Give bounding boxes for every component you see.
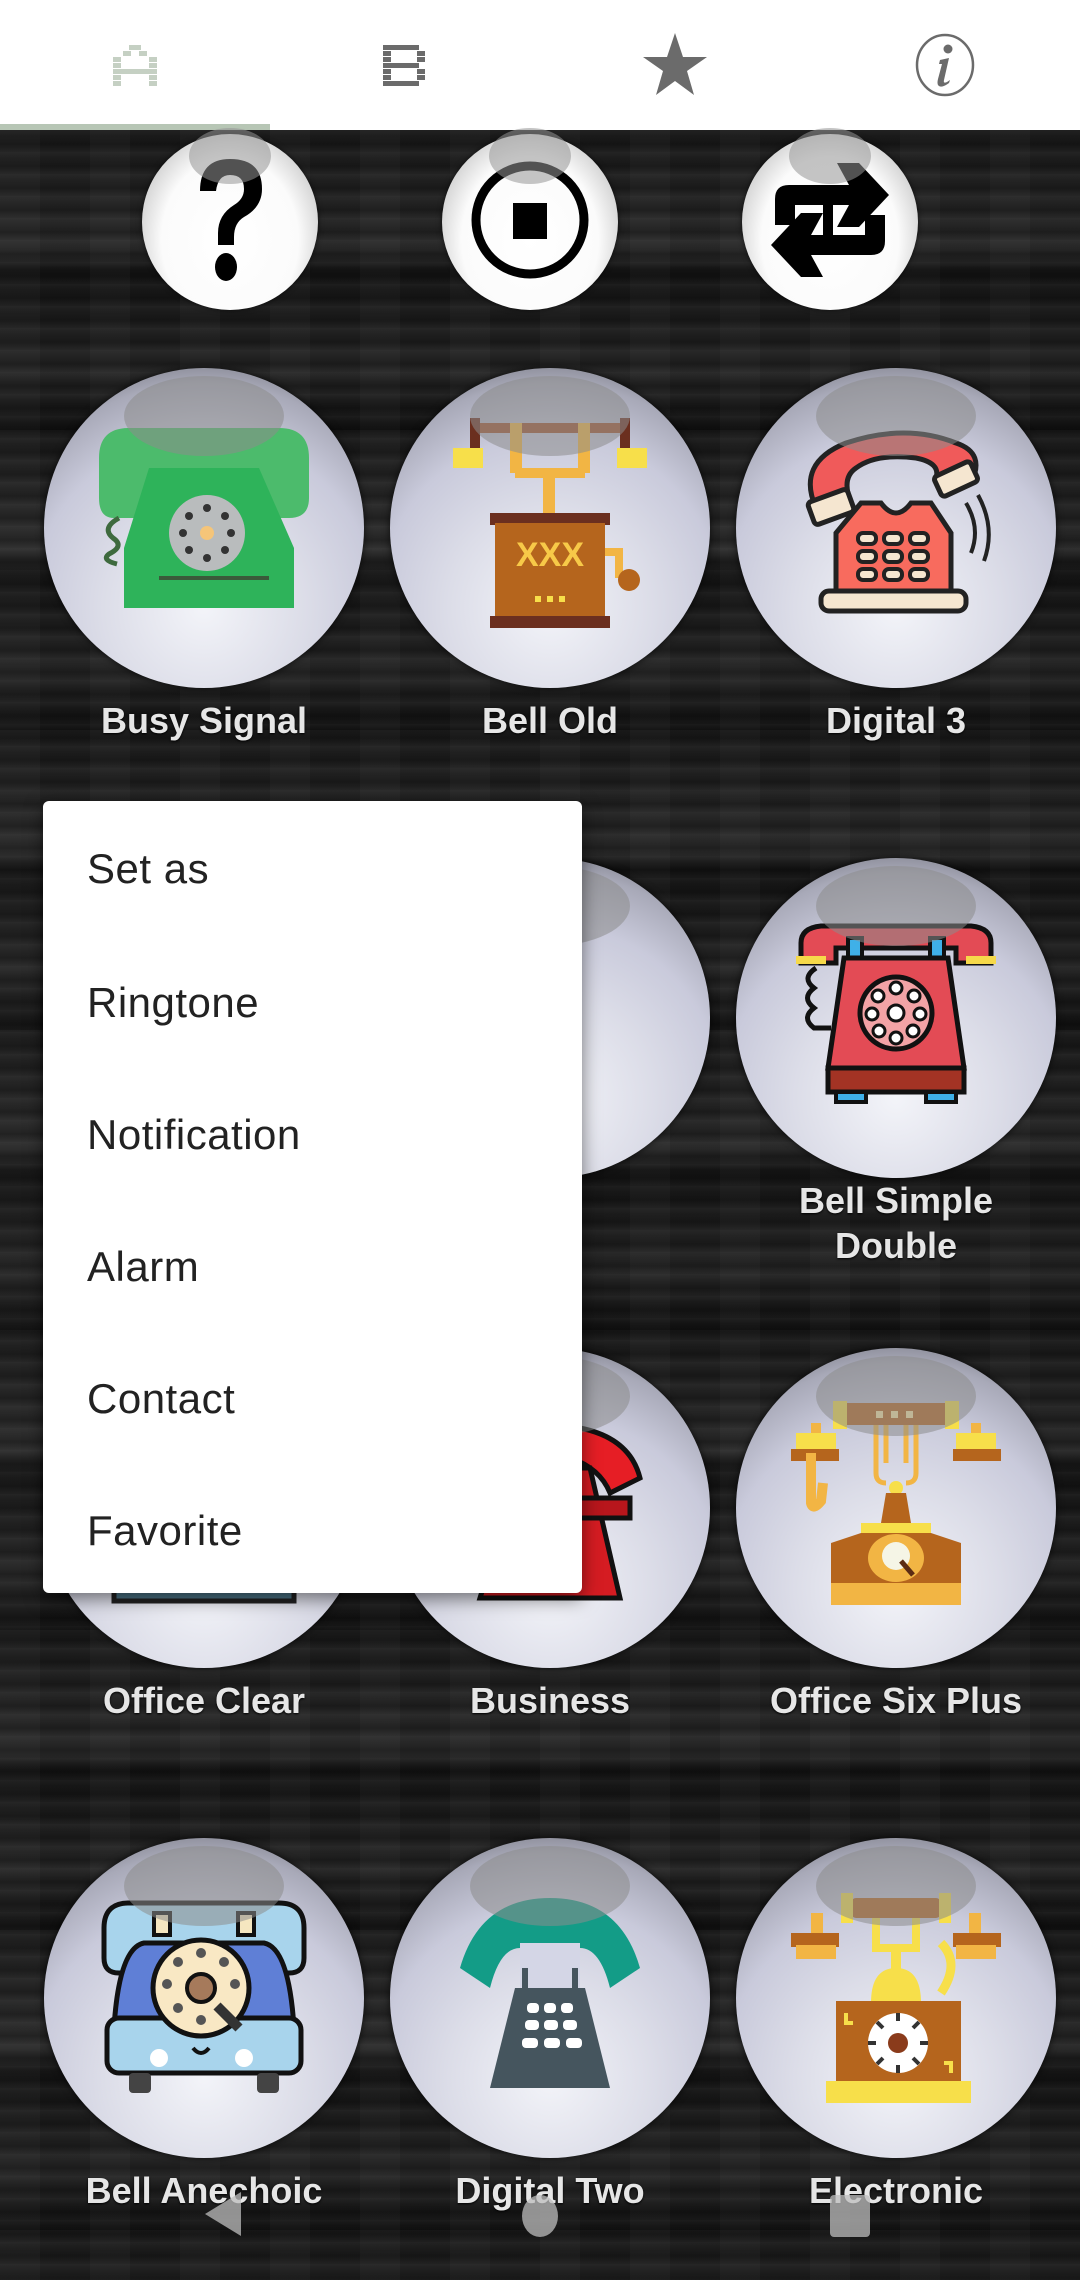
gloss-highlight (816, 866, 976, 946)
sound-play-button[interactable] (736, 368, 1056, 688)
sound-label: Business (469, 1680, 631, 1721)
gloss-highlight (816, 376, 976, 456)
help-button[interactable] (142, 128, 318, 310)
menu-item-alarm[interactable]: Alarm (43, 1201, 582, 1333)
sound-label-line: Double (835, 1225, 957, 1266)
sound-label-line: Bell Simple (798, 1180, 994, 1221)
sound-play-button[interactable] (736, 1838, 1056, 2158)
recents-button[interactable] (828, 2194, 872, 2243)
svg-text:XXX: XXX (516, 536, 584, 574)
stop-button[interactable] (442, 128, 618, 310)
gloss-highlight (816, 1356, 976, 1436)
gloss-highlight (489, 128, 571, 184)
sound-play-button[interactable]: XXX (390, 368, 710, 688)
gloss-highlight (470, 376, 630, 456)
recents-icon (828, 2195, 872, 2242)
letter-b-icon (383, 43, 427, 87)
tab-a[interactable] (0, 0, 270, 130)
sound-play-button[interactable] (44, 1838, 364, 2158)
menu-item-notification[interactable]: Notification (43, 1069, 582, 1201)
gloss-highlight (124, 1846, 284, 1926)
info-icon (914, 33, 976, 97)
tab-info[interactable] (810, 0, 1080, 130)
gloss-highlight (124, 376, 284, 456)
sound-label: Office Six Plus (769, 1680, 1023, 1721)
sound-play-button[interactable] (390, 1838, 710, 2158)
tab-bar (0, 0, 1080, 130)
sound-play-button[interactable] (736, 1348, 1056, 1668)
letter-a-icon (113, 43, 157, 87)
sound-item: Digital Two (377, 1838, 723, 2213)
home-icon (520, 2195, 560, 2242)
sound-item: Office Six Plus (723, 1348, 1069, 1723)
menu-item-favorite[interactable]: Favorite (43, 1465, 582, 1597)
gloss-highlight (789, 128, 871, 184)
gloss-highlight (189, 128, 271, 184)
sound-label: Bell Simple Double (723, 1178, 1069, 1268)
sound-label: Office Clear (102, 1680, 306, 1721)
gloss-highlight (470, 1846, 630, 1926)
sound-play-button[interactable] (44, 368, 364, 688)
menu-title-set-as: Set as (87, 845, 210, 892)
sound-item: Electronic (723, 1838, 1069, 2213)
sound-item: Digital 3 (723, 368, 1069, 743)
sound-item: Bell Simple Double (723, 858, 1069, 1268)
sound-label: Bell Anechoic (85, 2170, 323, 2211)
back-icon (205, 2192, 245, 2240)
sound-item: Bell Anechoic (31, 1838, 377, 2213)
gloss-highlight (816, 1846, 976, 1926)
tab-b[interactable] (270, 0, 540, 130)
menu-item-ringtone[interactable]: Ringtone (43, 937, 582, 1069)
back-button[interactable] (205, 2192, 245, 2241)
sound-play-button[interactable] (736, 858, 1056, 1178)
home-button[interactable] (520, 2194, 560, 2243)
sound-label: Digital 3 (825, 700, 967, 741)
sound-label: Busy Signal (100, 700, 308, 741)
star-icon (641, 33, 709, 97)
menu-item-contact[interactable]: Contact (43, 1333, 582, 1465)
sound-label: Bell Old (481, 700, 619, 741)
sound-item: XXX Bell Old (377, 368, 723, 743)
tab-favorites[interactable] (540, 0, 810, 130)
repeat-button[interactable] (742, 128, 918, 310)
sound-label: Electronic (808, 2170, 984, 2211)
context-menu: Set as Ringtone Notification Alarm Conta… (43, 801, 582, 1593)
sound-item: Busy Signal (31, 368, 377, 743)
